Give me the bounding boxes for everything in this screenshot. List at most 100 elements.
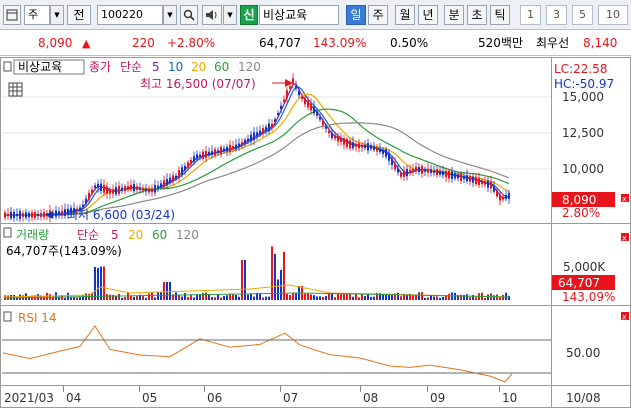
- volume-bar: [436, 296, 438, 300]
- candle-body: [487, 180, 489, 188]
- candle-body: [457, 174, 459, 179]
- candle-body: [247, 138, 249, 141]
- interval-3-button[interactable]: 3: [546, 5, 567, 25]
- chevron-down-icon[interactable]: ▼: [223, 5, 237, 25]
- candle-body: [307, 100, 309, 108]
- stock-code-value: 100220: [101, 8, 143, 21]
- volume-bar: [277, 279, 279, 300]
- period-label: 분: [448, 8, 460, 22]
- candle-body: [463, 176, 465, 180]
- volume-bar: [358, 297, 360, 300]
- x-tick-label: 10: [502, 391, 517, 405]
- legend-collapse-icon[interactable]: [3, 61, 12, 72]
- chart-type-select[interactable]: 주: [24, 5, 50, 25]
- volume-ma20: 20: [128, 228, 143, 242]
- interval-5-button[interactable]: 5: [572, 5, 593, 25]
- stock-code-input[interactable]: 100220: [97, 5, 163, 25]
- period-day-button[interactable]: 일: [346, 5, 366, 25]
- volume-bar: [151, 292, 153, 300]
- chevron-down-icon[interactable]: ▼: [50, 5, 64, 25]
- volume-bar: [94, 266, 96, 300]
- volume-bar: [469, 297, 471, 300]
- volume-ma60: 60: [152, 228, 167, 242]
- candle-body: [265, 126, 267, 132]
- candle-body: [235, 144, 237, 150]
- volume-bar: [352, 296, 354, 300]
- volume-bar: [271, 246, 273, 300]
- period-minute-button[interactable]: 분: [444, 5, 464, 25]
- stock-chart[interactable]: 비상교육 종가 단순 5 10 20 60 120 최고 16,500 (07/…: [0, 57, 631, 408]
- candle-body: [505, 194, 507, 200]
- candle-body: [286, 90, 288, 99]
- chevron-down-icon[interactable]: ▼: [163, 5, 177, 25]
- volume-bar: [178, 295, 180, 300]
- grid-table-icon[interactable]: [8, 82, 23, 97]
- candle-body: [118, 186, 120, 194]
- volume-bar: [169, 282, 171, 300]
- period-year-button[interactable]: 년: [418, 5, 438, 25]
- volume-bar: [313, 295, 315, 300]
- volume-bar: [187, 297, 189, 300]
- candle-body: [313, 106, 315, 114]
- chart-toolbar: 주 ▼ 전 100220 ▼ ▼ 신 비상교육 일 주 월 년 분 초 틱 1 …: [0, 0, 631, 30]
- volume-bar: [175, 292, 177, 300]
- candle-body: [13, 211, 15, 219]
- chart-canvas[interactable]: 비상교육 종가 단순 5 10 20 60 120 최고 16,500 (07/…: [0, 57, 631, 408]
- candle-body: [169, 177, 171, 184]
- candle-body: [214, 149, 216, 156]
- candle-body: [181, 167, 183, 175]
- volume-bar: [163, 282, 165, 300]
- period-tick-button[interactable]: 틱: [490, 5, 510, 25]
- legend-ma60: 60: [214, 60, 229, 74]
- candle-body: [109, 189, 111, 194]
- candle-body: [196, 154, 198, 160]
- candle-body: [16, 213, 18, 217]
- candle-body: [415, 166, 417, 172]
- close-x-glyph: x: [622, 195, 627, 204]
- candle-body: [499, 194, 501, 201]
- quote-bar: 8,090 ▲ 220 +2.80% 64,707 143.09% 0.50% …: [0, 31, 631, 56]
- speaker-icon[interactable]: [202, 5, 222, 25]
- candle-body: [427, 168, 429, 173]
- volume-bar: [133, 297, 135, 300]
- period-month-button[interactable]: 월: [395, 5, 415, 25]
- period-second-button[interactable]: 초: [467, 5, 487, 25]
- tab-jeon[interactable]: 전: [67, 5, 91, 25]
- x-tick-label: 06: [207, 391, 222, 405]
- volume-bar: [340, 293, 342, 300]
- volume-bar: [346, 294, 348, 300]
- candle-body: [232, 145, 234, 150]
- candle-body: [103, 184, 105, 193]
- volume-bar: [325, 296, 327, 300]
- search-icon[interactable]: [180, 5, 198, 25]
- candle-body: [358, 143, 360, 149]
- volume-y-tick: 5,000K: [563, 260, 606, 274]
- candle-body: [97, 183, 99, 189]
- volume-summary: 64,707주(143.09%): [6, 244, 122, 258]
- candle-body: [253, 132, 255, 141]
- candle-body: [271, 123, 273, 128]
- candle-body: [205, 150, 207, 159]
- chart-layout-icon[interactable]: [3, 5, 21, 25]
- volume-bar: [214, 297, 216, 300]
- volume-bar: [265, 296, 267, 300]
- volume-bar: [496, 294, 498, 300]
- up-arrow-icon: ▲: [82, 37, 91, 50]
- candle-body: [190, 160, 192, 164]
- volume-bar: [286, 294, 288, 300]
- candle-body: [418, 166, 420, 172]
- volume-bar: [466, 294, 468, 300]
- period-week-button[interactable]: 주: [368, 5, 388, 25]
- volume-tag: 64,707: [558, 276, 600, 290]
- interval-10-button[interactable]: 10: [598, 5, 628, 25]
- candle-body: [34, 212, 36, 218]
- x-tick-label: 09: [430, 391, 445, 405]
- candle-body: [262, 128, 264, 134]
- volume-bar: [184, 293, 186, 300]
- legend-collapse-icon[interactable]: [3, 227, 12, 238]
- legend-collapse-icon[interactable]: [3, 311, 12, 322]
- interval-1-button[interactable]: 1: [520, 5, 541, 25]
- volume-bar: [319, 296, 321, 300]
- candle-body: [274, 119, 276, 123]
- candle-body: [148, 188, 150, 193]
